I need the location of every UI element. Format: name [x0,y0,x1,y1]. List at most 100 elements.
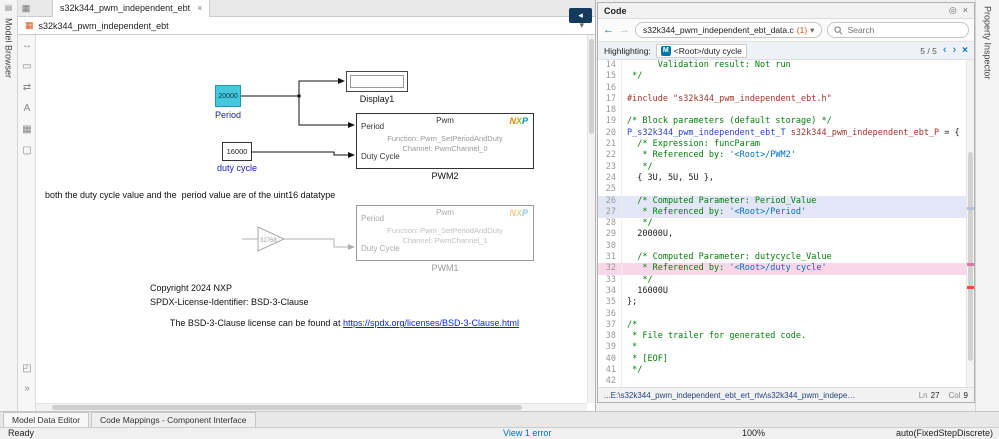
display-value-area [350,75,404,88]
canvas-horizontal-scrollbar[interactable] [36,403,587,411]
annotation-note[interactable]: both the duty cycle value and the period… [45,190,335,200]
code-line[interactable]: 19 /* Block parameters (default storage) … [598,116,966,128]
code-line[interactable]: 32 * Referenced by: '<Root>/duty cycle' [598,263,966,275]
code-editor-area[interactable]: 14 Validation result: Not run 15 */16 17 #i… [598,60,974,387]
view-error-link[interactable]: View 1 error [503,428,551,439]
line-number: 30 [598,240,622,253]
panel-grid-icon[interactable]: ▤ [0,3,17,12]
viewmarks-icon[interactable]: ◰ [18,358,36,379]
code-line[interactable]: 20 P_s32k344_pwm_independent_ebt_T s32k34… [598,127,966,140]
code-line[interactable]: 28 */ [598,218,966,230]
tab-code-mappings[interactable]: Code Mappings - Component Interface [91,412,256,427]
period-constant-block[interactable]: 20000 [215,85,241,107]
pwm2-duty-port: Duty Cycle [361,152,400,161]
clear-highlight-button[interactable]: × [962,45,968,56]
highlight-badge[interactable]: M <Root>/duty cycle [655,43,747,58]
annotation-icon[interactable]: A [18,98,36,119]
code-line[interactable]: 38 * File trailer for generated code. [598,331,966,343]
expand-toolbar-icon[interactable]: » [18,378,36,399]
search-input[interactable] [847,25,962,35]
code-line[interactable]: 21 /* Expression: funcParam [598,139,966,151]
tabstrip-grid-icon[interactable]: ▦ [18,3,34,14]
model-canvas[interactable]: 32768 20000 Period Display1 16000 duty c… [36,35,595,411]
area-icon[interactable]: ▢ [18,140,36,161]
zoom-level: 100% [742,428,766,438]
close-icon[interactable]: × [963,5,968,16]
document-tab[interactable]: s32k344_pwm_independent_ebt × [52,0,211,17]
code-line[interactable]: 15 */ [598,71,966,83]
code-line[interactable]: 29 20000U, [598,229,966,241]
code-text: /* Computed Parameter: dutycycle_Value [627,252,832,263]
display-block[interactable] [346,71,408,92]
line-number: 36 [598,308,622,320]
pwm2-channel-text: Channel: PwmChannel_0 [402,144,488,153]
code-line[interactable]: 41 */ [598,365,966,377]
gain-block[interactable]: 32768 [257,226,286,252]
code-line[interactable]: 36 [598,308,966,320]
duty-cycle-constant-block[interactable]: 16000 [222,142,252,161]
code-line[interactable]: 14 Validation result: Not run [598,60,966,72]
solver-info[interactable]: auto(FixedStepDiscrete) [896,428,993,439]
code-line[interactable]: 37 /* [598,319,966,332]
pwm2-block[interactable]: Pwm Period Duty Cycle Function: Pwm_SetP… [356,113,534,169]
code-line[interactable]: 35}; [598,297,966,309]
next-match-button[interactable]: › [952,45,956,56]
code-line[interactable]: 30 [598,240,966,253]
previous-match-button[interactable]: ‹ [943,45,947,56]
code-scrollbar-thumb[interactable] [968,151,973,361]
pan-icon[interactable]: ↔ [18,35,36,56]
code-line[interactable]: 39 * [598,342,966,354]
display-block-label: Display1 [359,94,395,104]
code-panel-title: Code [604,5,627,16]
code-line[interactable]: 31 /* Computed Parameter: dutycycle_Valu… [598,252,966,264]
code-line[interactable]: 22 * Referenced by: '<Root>/PWM2' [598,150,966,162]
image-icon[interactable]: ▦ [18,119,36,140]
code-text: * [627,342,638,353]
code-line[interactable]: 17 #include "s32k344_pwm_independent_ebt.… [598,93,966,106]
code-panel-header: Code ◎ × [598,3,974,19]
pwm1-block-label: PWM1 [431,263,459,273]
code-line[interactable]: 25 [598,184,966,196]
code-line[interactable]: 40 * [EOF] [598,353,966,366]
code-line[interactable]: 16 [598,82,966,94]
code-line[interactable]: 24 { 3U, 5U, 5U }, [598,172,966,185]
code-line[interactable]: 18 [598,105,966,117]
compare-icon[interactable]: ⇄ [18,77,36,98]
select-region-icon[interactable]: ▭ [18,56,36,77]
document-tab-label: s32k344_pwm_independent_ebt [60,3,191,13]
code-scrollbar[interactable] [966,60,974,387]
code-line[interactable]: 27 * Referenced by: '<Root>/Period' [598,206,966,219]
pwm1-block[interactable]: Pwm Period Duty Cycle Function: Pwm_SetP… [356,205,534,261]
line-number: 42 [598,376,622,387]
tab-close-icon[interactable]: × [197,3,202,13]
code-line[interactable]: 34 16000U [598,285,966,298]
code-text: */ [627,365,643,376]
code-line[interactable]: 42 [598,376,966,387]
line-number: 22 [598,150,622,162]
col-label: Col [948,390,961,400]
tab-model-data-editor[interactable]: Model Data Editor [3,412,90,427]
back-button[interactable]: ← [603,24,614,36]
license-line: The BSD-3-Clause license can be found at… [169,318,520,328]
code-text: */ [627,218,653,229]
code-text: Validation result: Not run [627,60,791,70]
code-status-bar: ...E:\s32k344_pwm_independent_ebt_ert_rt… [598,387,974,402]
model-browser-tab[interactable]: Model Browser [4,18,14,78]
property-inspector-tab[interactable]: Property Inspector [983,6,993,80]
breadcrumb[interactable]: ▦ s32k344_pwm_independent_ebt ▾ [18,17,595,35]
canvas-vertical-scrollbar[interactable] [587,35,595,403]
forward-button[interactable]: → [619,24,630,36]
line-number: 15 [598,71,622,83]
code-line[interactable]: 26 /* Computed Parameter: Period_Value [598,195,966,207]
collapse-panel-button[interactable]: ◂ [569,8,592,23]
code-line[interactable]: 33 */ [598,274,966,286]
file-selector[interactable]: s32k344_pwm_independent_ebt_data.c (1) ▾ [635,22,823,38]
search-box[interactable] [827,22,969,38]
undock-icon[interactable]: ◎ [949,5,957,16]
code-line[interactable]: 23 */ [598,161,966,173]
code-text: /* Expression: funcParam [627,139,761,150]
license-link[interactable]: https://spdx.org/licenses/BSD-3-Clause.h… [343,318,519,328]
